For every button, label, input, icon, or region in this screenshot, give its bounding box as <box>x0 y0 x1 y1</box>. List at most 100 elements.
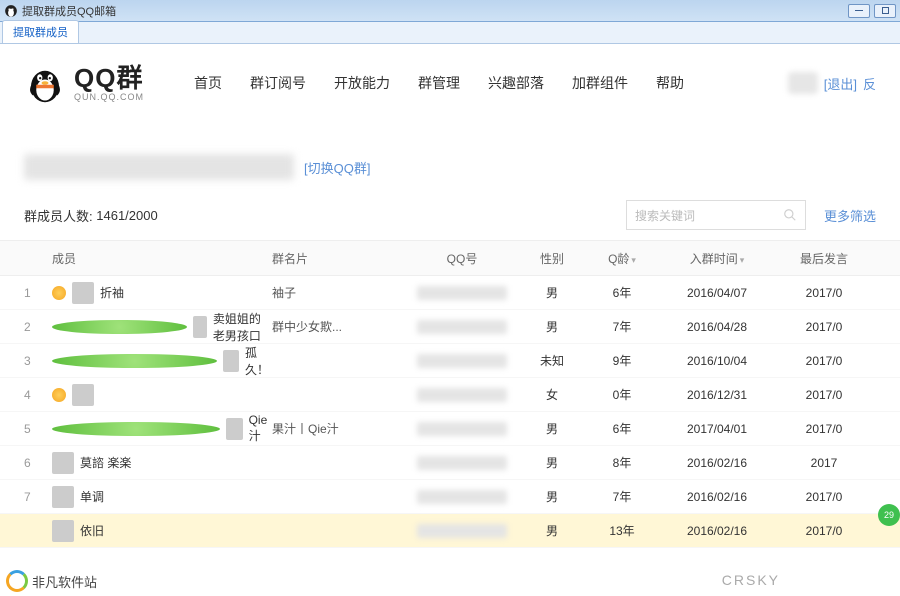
logo[interactable]: QQ群 QUN.QQ.COM <box>24 62 144 104</box>
col-age[interactable]: Q龄▾ <box>582 250 662 267</box>
qq-blurred <box>417 490 507 504</box>
table-row[interactable]: 6莫諮 楽楽男8年2016/02/162017 <box>0 446 900 480</box>
watermark-text: 非凡软件站 <box>32 572 97 591</box>
col-gender[interactable]: 性别 <box>522 250 582 267</box>
nav-subscribe[interactable]: 群订阅号 <box>250 73 306 93</box>
gender-cell: 男 <box>522 284 582 301</box>
nav-manage[interactable]: 群管理 <box>418 73 460 93</box>
qq-blurred <box>417 354 507 368</box>
col-join[interactable]: 入群时间▾ <box>662 250 772 267</box>
avatar <box>223 350 239 372</box>
qq-blurred <box>417 388 507 402</box>
qq-cell <box>402 286 522 300</box>
last-cell: 2017/0 <box>772 320 876 334</box>
card-cell: 果汁丨Qie汁 <box>272 420 402 437</box>
age-cell: 13年 <box>582 522 662 539</box>
avatar <box>52 486 74 508</box>
notification-badge[interactable]: 29 <box>878 504 900 526</box>
logo-subtext: QUN.QQ.COM <box>74 93 144 102</box>
last-cell: 2017/0 <box>772 388 876 402</box>
nav-home[interactable]: 首页 <box>194 73 222 93</box>
table-row[interactable]: 2卖姐姐的老男孩口群中少女欺...男7年2016/04/282017/0 <box>0 310 900 344</box>
join-cell: 2016/12/31 <box>662 388 772 402</box>
ring-icon <box>6 570 28 592</box>
page-header: QQ群 QUN.QQ.COM 首页 群订阅号 开放能力 群管理 兴趣部落 加群组… <box>0 44 900 114</box>
last-cell: 2017/0 <box>772 354 876 368</box>
avatar <box>72 282 94 304</box>
qq-cell <box>402 524 522 538</box>
member-cell: 依旧 <box>52 520 272 542</box>
age-cell: 8年 <box>582 454 662 471</box>
tab-strip: 提取群成员 <box>0 22 900 44</box>
table-row[interactable]: 4女0年2016/12/312017/0 <box>0 378 900 412</box>
gender-cell: 男 <box>522 318 582 335</box>
avatar <box>72 384 94 406</box>
switch-group-link[interactable]: [切换QQ群] <box>304 158 370 177</box>
row-index: 7 <box>24 490 52 504</box>
member-badge-icon <box>52 422 220 436</box>
table-row[interactable]: 7单调男7年2016/02/162017/0 <box>0 480 900 514</box>
col-member[interactable]: 成员 <box>52 250 272 267</box>
member-count-row: 群成员人数: 1461/2000 搜索关键词 更多筛选 <box>24 200 876 230</box>
page-content: QQ群 QUN.QQ.COM 首页 群订阅号 开放能力 群管理 兴趣部落 加群组… <box>0 44 900 596</box>
main-nav: 首页 群订阅号 开放能力 群管理 兴趣部落 加群组件 帮助 <box>194 73 684 93</box>
table-row[interactable]: 3孤久！未知9年2016/10/042017/0 <box>0 344 900 378</box>
gender-cell: 男 <box>522 420 582 437</box>
table-body: 1折袖袖子男6年2016/04/072017/0 2 卖姐姐的老男孩口群中少女欺..… <box>0 276 900 548</box>
minimize-button[interactable] <box>848 4 870 18</box>
window-title: 提取群成员QQ邮箱 <box>22 3 116 19</box>
penguin-icon <box>4 4 18 18</box>
join-cell: 2016/02/16 <box>662 490 772 504</box>
age-cell: 6年 <box>582 420 662 437</box>
window-titlebar: 提取群成员QQ邮箱 <box>0 0 900 22</box>
feedback-link[interactable]: 反 <box>863 74 876 93</box>
join-cell: 2016/02/16 <box>662 456 772 470</box>
avatar <box>226 418 243 440</box>
member-name: Qie汁 <box>249 413 272 444</box>
nav-open[interactable]: 开放能力 <box>334 73 390 93</box>
row-index: 2 <box>24 320 52 334</box>
row-index: 1 <box>24 286 52 300</box>
join-cell: 2016/10/04 <box>662 354 772 368</box>
user-bar: [退出] 反 <box>788 72 876 94</box>
logo-text: QQ群 <box>74 65 144 91</box>
user-avatar[interactable] <box>788 72 818 94</box>
nav-help[interactable]: 帮助 <box>656 73 684 93</box>
age-cell: 7年 <box>582 488 662 505</box>
group-name-blurred <box>24 154 294 180</box>
member-name: 卖姐姐的老男孩口 <box>213 310 272 344</box>
table-row[interactable]: 1折袖袖子男6年2016/04/072017/0 <box>0 276 900 310</box>
count-value: 1461/2000 <box>96 208 157 223</box>
last-cell: 2017 <box>772 456 876 470</box>
table-row[interactable]: 依旧男13年2016/02/162017/0 <box>0 514 900 548</box>
join-cell: 2016/02/16 <box>662 524 772 538</box>
col-card[interactable]: 群名片 <box>272 250 402 267</box>
age-cell: 0年 <box>582 386 662 403</box>
sort-icon: ▾ <box>740 255 745 265</box>
search-input[interactable]: 搜索关键词 <box>626 200 806 230</box>
crsky-watermark: CRSKY <box>722 572 780 588</box>
nav-buluo[interactable]: 兴趣部落 <box>488 73 544 93</box>
gender-cell: 男 <box>522 488 582 505</box>
row-index: 5 <box>24 422 52 436</box>
table-row[interactable]: 5Qie汁果汁丨Qie汁男6年2017/04/012017/0 <box>0 412 900 446</box>
more-filter-link[interactable]: 更多筛选 <box>824 206 876 225</box>
maximize-button[interactable] <box>874 4 896 18</box>
member-cell: 孤久！ <box>52 344 272 378</box>
gender-cell: 男 <box>522 454 582 471</box>
last-cell: 2017/0 <box>772 422 876 436</box>
col-qq[interactable]: QQ号 <box>402 250 522 267</box>
member-name: 依旧 <box>80 522 104 539</box>
logout-link[interactable]: [退出] <box>824 74 857 93</box>
avatar <box>193 316 207 338</box>
sort-icon: ▾ <box>631 255 636 265</box>
join-cell: 2016/04/07 <box>662 286 772 300</box>
age-cell: 9年 <box>582 352 662 369</box>
age-cell: 6年 <box>582 284 662 301</box>
col-last[interactable]: 最后发言 <box>772 250 876 267</box>
nav-joinwidget[interactable]: 加群组件 <box>572 73 628 93</box>
card-cell: 群中少女欺... <box>272 318 402 335</box>
qq-blurred <box>417 524 507 538</box>
tab-extract-members[interactable]: 提取群成员 <box>2 20 79 43</box>
qq-cell <box>402 320 522 334</box>
